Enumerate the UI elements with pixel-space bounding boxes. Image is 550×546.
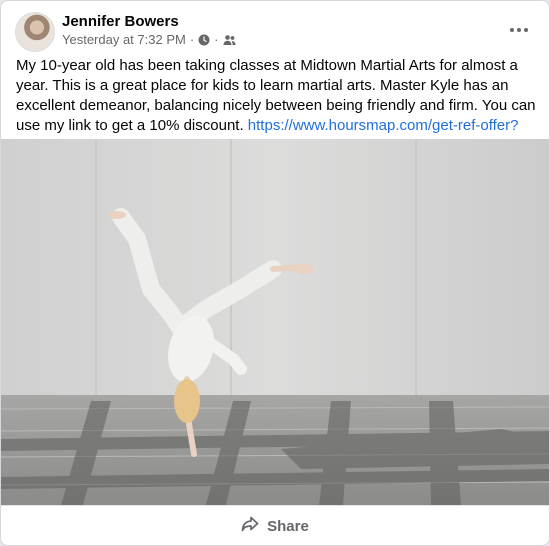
- post-photo[interactable]: [1, 139, 550, 505]
- post-card: Jennifer Bowers Yesterday at 7:32 PM · ·…: [0, 0, 550, 546]
- timestamp[interactable]: Yesterday at 7:32 PM: [62, 32, 186, 47]
- share-arrow-icon: [241, 516, 259, 536]
- share-label: Share: [267, 517, 309, 535]
- avatar[interactable]: [15, 12, 55, 52]
- meta-separator-2: ·: [214, 32, 219, 47]
- friends-icon[interactable]: [223, 34, 236, 46]
- post-meta: Yesterday at 7:32 PM · ·: [62, 32, 236, 47]
- share-button[interactable]: Share: [227, 510, 323, 542]
- post-actions: Share: [1, 505, 549, 545]
- more-options-icon[interactable]: [505, 18, 533, 42]
- author-name[interactable]: Jennifer Bowers: [62, 13, 179, 30]
- post-header: Jennifer Bowers Yesterday at 7:32 PM · ·: [15, 12, 535, 52]
- meta-separator: ·: [189, 32, 195, 47]
- clock-icon: [198, 34, 210, 46]
